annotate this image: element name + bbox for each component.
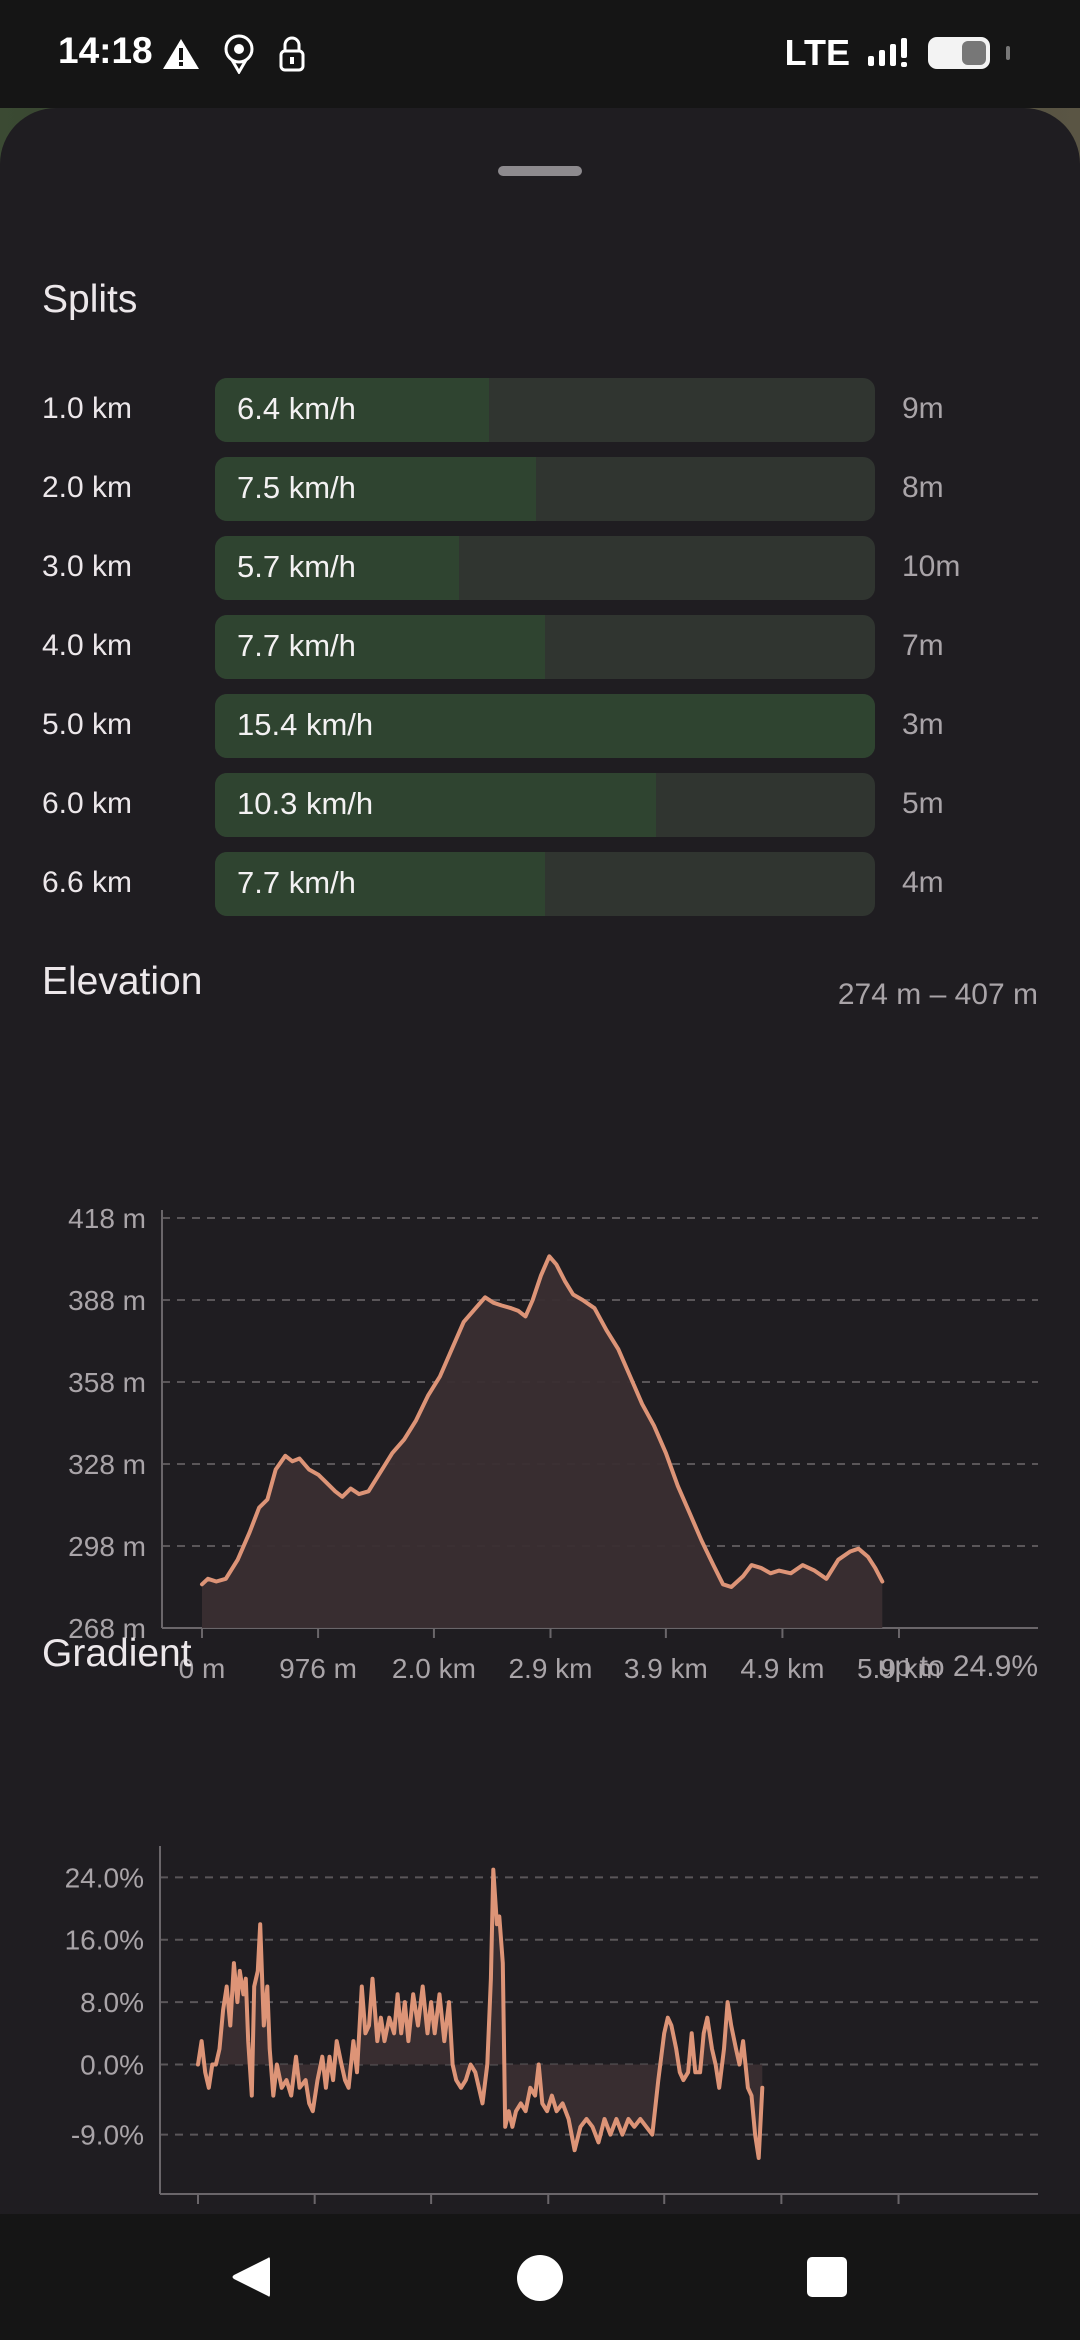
split-speed-bar: 5.7 km/h: [215, 536, 875, 600]
split-speed: 6.4 km/h: [237, 391, 356, 426]
split-distance: 4.0 km: [42, 629, 133, 662]
x-tick-label: 976 m: [279, 1653, 357, 1684]
recents-icon[interactable]: [806, 2256, 848, 2298]
navigation-bar: [0, 2214, 1080, 2340]
split-time: 5m: [902, 787, 944, 820]
split-speed-bar: 7.7 km/h: [215, 852, 875, 916]
x-tick-label: 4.9 km: [740, 1653, 824, 1684]
split-row: 1.0 km 6.4 km/h 9m: [0, 378, 1080, 442]
back-icon[interactable]: [228, 2254, 272, 2300]
split-speed-bar: 6.4 km/h: [215, 378, 875, 442]
signal-icon: [868, 38, 907, 67]
y-tick-label: 388 m: [68, 1285, 146, 1316]
status-time: 14:18: [58, 30, 153, 71]
status-icons-left: [162, 34, 306, 74]
battery-tip: [1006, 46, 1010, 60]
split-distance: 6.6 km: [42, 866, 133, 899]
split-time: 10m: [902, 550, 961, 583]
split-speed-bar: 7.7 km/h: [215, 615, 875, 679]
split-speed: 10.3 km/h: [237, 786, 374, 821]
splits-title: Splits: [42, 278, 138, 321]
network-type: LTE: [784, 32, 850, 73]
split-speed: 7.5 km/h: [237, 470, 356, 505]
split-time: 4m: [902, 866, 944, 899]
split-speed: 5.7 km/h: [237, 549, 356, 584]
y-tick-label: 418 m: [68, 1203, 146, 1234]
split-row: 5.0 km 15.4 km/h 3m: [0, 694, 1080, 758]
split-speed-bar: 7.5 km/h: [215, 457, 875, 521]
split-row: 6.0 km 10.3 km/h 5m: [0, 773, 1080, 837]
elevation-title: Elevation: [42, 960, 203, 1003]
split-distance: 3.0 km: [42, 550, 133, 583]
location-pin-icon: [224, 34, 254, 74]
split-distance: 5.0 km: [42, 708, 133, 741]
split-time: 9m: [902, 392, 944, 425]
split-row: 4.0 km 7.7 km/h 7m: [0, 615, 1080, 679]
split-speed: 7.7 km/h: [237, 628, 356, 663]
y-tick-label: -9.0%: [71, 2120, 144, 2151]
x-tick-label: 2.0 km: [392, 1653, 476, 1684]
y-tick-label: 0.0%: [80, 2049, 144, 2080]
y-tick-label: 24.0%: [65, 1862, 144, 1893]
split-speed-bar: 15.4 km/h: [215, 694, 875, 758]
y-tick-label: 16.0%: [65, 1925, 144, 1956]
gradient-title: Gradient: [42, 1632, 192, 1675]
home-icon[interactable]: [516, 2254, 564, 2302]
x-tick-label: 2.9 km: [508, 1653, 592, 1684]
lock-icon: [279, 36, 305, 72]
bottom-sheet: Splits 1.0 km 6.4 km/h 9m 2.0 km 7.5 km/h 8m 3…: [0, 108, 1080, 2214]
drag-handle[interactable]: [498, 166, 582, 176]
area-fill: [198, 1869, 763, 2158]
gradient-chart: 24.0% 16.0% 8.0% 0.0% -9.0%: [65, 1846, 1038, 2204]
y-tick-label: 358 m: [68, 1367, 146, 1398]
split-time: 8m: [902, 471, 944, 504]
split-time: 7m: [902, 629, 944, 662]
y-tick-label: 298 m: [68, 1531, 146, 1562]
split-speed-bar: 10.3 km/h: [215, 773, 875, 837]
y-tick-label: 8.0%: [80, 1987, 144, 2018]
x-tick-label: 3.9 km: [624, 1653, 708, 1684]
split-speed: 15.4 km/h: [237, 707, 374, 742]
split-time: 3m: [902, 708, 944, 741]
split-row: 2.0 km 7.5 km/h 8m: [0, 457, 1080, 521]
warning-icon: [163, 39, 199, 69]
elevation-range: 274 m – 407 m: [837, 978, 1038, 1011]
split-row: 3.0 km 5.7 km/h 10m: [0, 536, 1080, 600]
series-line: [196, 1867, 765, 2160]
status-right: LTE: [785, 32, 1010, 74]
split-distance: 2.0 km: [42, 471, 133, 504]
status-bar: 14:18 LTE: [0, 0, 1080, 108]
split-distance: 1.0 km: [42, 392, 133, 425]
battery-icon: [928, 37, 990, 69]
split-row: 6.6 km 7.7 km/h 4m: [0, 852, 1080, 916]
elevation-chart: 418 m388 m358 m328 m298 m268 m0 m 976 m 2.…: [68, 1203, 1038, 1684]
gradient-summary: up to 24.9%: [877, 1650, 1038, 1683]
split-distance: 6.0 km: [42, 787, 133, 820]
y-tick-label: 328 m: [68, 1449, 146, 1480]
split-speed: 7.7 km/h: [237, 865, 356, 900]
